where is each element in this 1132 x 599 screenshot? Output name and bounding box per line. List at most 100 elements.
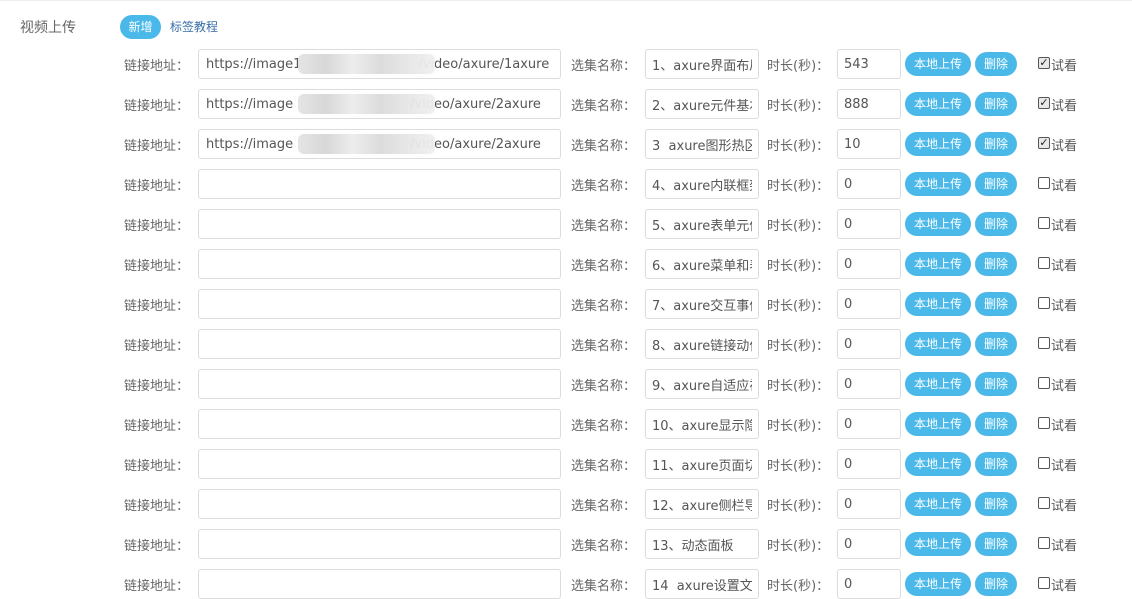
url-input[interactable]	[198, 249, 561, 279]
episode-row: 链接地址： 选集名称： 时长(秒)： 本地上传删除 试看	[0, 289, 1132, 319]
local-upload-button[interactable]: 本地上传	[905, 492, 971, 516]
episode-list: 链接地址：选集名称：时长(秒)：本地上传删除✓试看链接地址：选集名称：时长(秒)…	[0, 0, 1132, 599]
url-input[interactable]	[198, 329, 561, 359]
episode-name-input[interactable]	[645, 489, 759, 519]
episode-name-input[interactable]	[645, 369, 759, 399]
episode-name-label: 选集名称：	[571, 259, 637, 274]
preview-label: 试看	[1051, 419, 1078, 434]
duration-input[interactable]	[837, 249, 901, 279]
local-upload-button[interactable]: 本地上传	[905, 412, 971, 436]
delete-button[interactable]: 删除	[975, 332, 1017, 356]
delete-button[interactable]: 删除	[975, 132, 1017, 156]
duration-label: 时长(秒)：	[767, 59, 830, 74]
episode-name-input[interactable]	[645, 329, 759, 359]
duration-input[interactable]	[837, 209, 901, 239]
url-input[interactable]	[198, 569, 561, 599]
episode-name-input[interactable]	[645, 209, 759, 239]
url-input[interactable]	[198, 289, 561, 319]
episode-name-input[interactable]	[645, 129, 759, 159]
url-input[interactable]	[198, 449, 561, 479]
duration-input[interactable]	[837, 169, 901, 199]
duration-input[interactable]	[837, 409, 901, 439]
preview-checkbox[interactable]	[1038, 577, 1050, 589]
delete-button[interactable]: 删除	[975, 492, 1017, 516]
episode-name-input[interactable]	[645, 289, 759, 319]
duration-input[interactable]	[837, 569, 901, 599]
episode-row: 链接地址： 选集名称： 时长(秒)： 本地上传删除 试看	[0, 369, 1132, 399]
episode-name-input[interactable]	[645, 89, 759, 119]
preview-checkbox[interactable]: ✓	[1038, 97, 1050, 109]
preview-checkbox[interactable]	[1038, 257, 1050, 269]
local-upload-button[interactable]: 本地上传	[905, 172, 971, 196]
local-upload-button[interactable]: 本地上传	[905, 132, 971, 156]
episode-name-input[interactable]	[645, 169, 759, 199]
url-input[interactable]	[198, 489, 561, 519]
delete-button[interactable]: 删除	[975, 572, 1017, 596]
preview-label: 试看	[1051, 579, 1078, 594]
preview-checkbox[interactable]	[1038, 497, 1050, 509]
duration-label: 时长(秒)：	[767, 459, 830, 474]
preview-checkbox[interactable]	[1038, 177, 1050, 189]
preview-checkbox[interactable]	[1038, 537, 1050, 549]
preview-checkbox[interactable]: ✓	[1038, 137, 1050, 149]
episode-name-label: 选集名称：	[571, 499, 637, 514]
delete-button[interactable]: 删除	[975, 52, 1017, 76]
preview-checkbox[interactable]	[1038, 297, 1050, 309]
duration-label: 时长(秒)：	[767, 539, 830, 554]
check-icon: ✓	[1039, 56, 1049, 69]
local-upload-button[interactable]: 本地上传	[905, 92, 971, 116]
local-upload-button[interactable]: 本地上传	[905, 532, 971, 556]
preview-checkbox[interactable]	[1038, 457, 1050, 469]
delete-button[interactable]: 删除	[975, 372, 1017, 396]
episode-name-input[interactable]	[645, 569, 759, 599]
duration-input[interactable]	[837, 369, 901, 399]
duration-input[interactable]	[837, 49, 901, 79]
delete-button[interactable]: 删除	[975, 412, 1017, 436]
local-upload-button[interactable]: 本地上传	[905, 212, 971, 236]
preview-checkbox[interactable]	[1038, 377, 1050, 389]
duration-input[interactable]	[837, 529, 901, 559]
preview-checkbox[interactable]	[1038, 217, 1050, 229]
url-input[interactable]	[198, 369, 561, 399]
url-label: 链接地址：	[124, 379, 190, 394]
duration-input[interactable]	[837, 129, 901, 159]
local-upload-button[interactable]: 本地上传	[905, 572, 971, 596]
delete-button[interactable]: 删除	[975, 532, 1017, 556]
delete-button[interactable]: 删除	[975, 452, 1017, 476]
delete-button[interactable]: 删除	[975, 212, 1017, 236]
duration-input[interactable]	[837, 489, 901, 519]
local-upload-button[interactable]: 本地上传	[905, 252, 971, 276]
url-input[interactable]	[198, 409, 561, 439]
preview-label: 试看	[1051, 299, 1078, 314]
episode-name-input[interactable]	[645, 49, 759, 79]
duration-input[interactable]	[837, 449, 901, 479]
delete-button[interactable]: 删除	[975, 252, 1017, 276]
local-upload-button[interactable]: 本地上传	[905, 452, 971, 476]
preview-checkbox[interactable]	[1038, 417, 1050, 429]
episode-name-input[interactable]	[645, 409, 759, 439]
preview-label: 试看	[1051, 219, 1078, 234]
url-label: 链接地址：	[124, 339, 190, 354]
local-upload-button[interactable]: 本地上传	[905, 292, 971, 316]
url-input[interactable]	[198, 209, 561, 239]
url-label: 链接地址：	[124, 499, 190, 514]
episode-name-input[interactable]	[645, 529, 759, 559]
duration-input[interactable]	[837, 329, 901, 359]
episode-name-input[interactable]	[645, 449, 759, 479]
episode-name-label: 选集名称：	[571, 419, 637, 434]
duration-input[interactable]	[837, 289, 901, 319]
delete-button[interactable]: 删除	[975, 172, 1017, 196]
url-input[interactable]	[198, 169, 561, 199]
preview-checkbox[interactable]	[1038, 337, 1050, 349]
url-label: 链接地址：	[124, 179, 190, 194]
local-upload-button[interactable]: 本地上传	[905, 372, 971, 396]
delete-button[interactable]: 删除	[975, 92, 1017, 116]
episode-name-input[interactable]	[645, 249, 759, 279]
duration-input[interactable]	[837, 89, 901, 119]
preview-checkbox[interactable]: ✓	[1038, 57, 1050, 69]
delete-button[interactable]: 删除	[975, 292, 1017, 316]
local-upload-button[interactable]: 本地上传	[905, 332, 971, 356]
url-input[interactable]	[198, 529, 561, 559]
url-label: 链接地址：	[124, 139, 190, 154]
local-upload-button[interactable]: 本地上传	[905, 52, 971, 76]
